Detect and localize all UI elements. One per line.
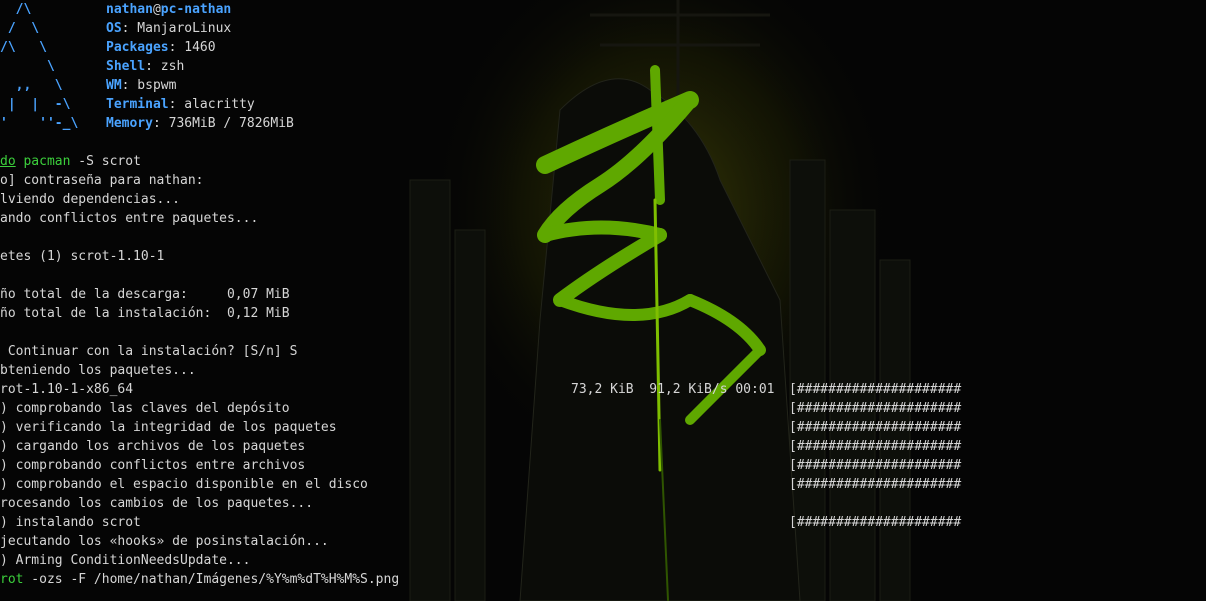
host-name: pc-nathan <box>160 2 232 17</box>
user-name: nathan <box>106 2 153 17</box>
fetch-shell: Shell: zsh <box>106 57 184 76</box>
logo-fragment: ' ''-_\ <box>0 116 79 131</box>
info-value: : bspwm <box>121 78 177 93</box>
output-line: ) cargando los archivos de los paquetes <box>0 439 306 454</box>
fetch-terminal: Terminal: alacritty <box>106 95 255 114</box>
output-line: lviendo dependencias... <box>0 192 181 207</box>
logo-fragment: /\ <box>0 2 32 17</box>
info-key: Packages <box>106 40 169 55</box>
command-line[interactable]: rot -ozs -F /home/nathan/Imágenes/%Y%m%d… <box>0 570 399 589</box>
info-value: : alacritty <box>168 97 255 112</box>
pacman-command: pacman <box>23 154 71 169</box>
progress-bar: [##################### <box>789 477 962 492</box>
output-line: ño total de la instalación: 0,12 MiB <box>0 306 290 321</box>
command-args: -S scrot <box>70 154 141 169</box>
output-line: ) comprobando las claves del depósito <box>0 401 290 416</box>
progress-bar: [##################### <box>789 439 962 454</box>
fetch-packages: Packages: 1460 <box>106 38 216 57</box>
output-line: bteniendo los paquetes... <box>0 363 196 378</box>
fetch-wm: WM: bspwm <box>106 76 176 95</box>
progress-bar: [##################### <box>789 382 962 397</box>
output-line: jecutando los «hooks» de posinstalación.… <box>0 534 329 549</box>
at-sign: @ <box>152 2 161 17</box>
output-line: ño total de la descarga: 0,07 MiB <box>0 287 290 302</box>
logo-fragment: ,, \ <box>0 78 63 93</box>
download-stats: 73,2 KiB 91,2 KiB/s 00:01 <box>571 382 775 397</box>
info-key: WM <box>106 78 122 93</box>
output-line: rot-1.10-1-x86_64 <box>0 382 134 397</box>
logo-fragment: \ <box>0 59 55 74</box>
fetch-memory: Memory: 736MiB / 7826MiB <box>106 114 294 133</box>
fetch-line-user: /\ <box>0 0 32 19</box>
output-line: ) comprobando el espacio disponible en e… <box>0 477 368 492</box>
info-value: : 1460 <box>168 40 216 55</box>
output-line: ) verificando la integridad de los paque… <box>0 420 337 435</box>
output-line: ando conflictos entre paquetes... <box>0 211 259 226</box>
fetch-os: OS: ManjaroLinux <box>106 19 231 38</box>
output-line: ) instalando scrot <box>0 515 141 530</box>
info-value: : 736MiB / 7826MiB <box>152 116 294 131</box>
info-key: OS <box>106 21 122 36</box>
info-key: Shell <box>106 59 146 74</box>
output-line: Continuar con la instalación? [S/n] S <box>0 344 298 359</box>
terminal[interactable]: /\ nathan@pc-nathan / \ OS: ManjaroLinux… <box>0 0 1206 601</box>
info-value: : ManjaroLinux <box>121 21 232 36</box>
command-line: do pacman -S scrot <box>0 152 141 171</box>
info-key: Memory <box>106 116 153 131</box>
info-key: Terminal <box>106 97 169 112</box>
command-args: -ozs -F /home/nathan/Imágenes/%Y%m%dT%H%… <box>23 572 400 587</box>
progress-bar: [##################### <box>789 420 962 435</box>
info-value: : zsh <box>145 59 185 74</box>
fetch-user-host: nathan@pc-nathan <box>106 0 231 19</box>
logo-fragment: | | -\ <box>0 97 71 112</box>
output-line: ) comprobando conflictos entre archivos <box>0 458 306 473</box>
output-line: o] contraseña para nathan: <box>0 173 204 188</box>
output-line: rocesando los cambios de los paquetes... <box>0 496 314 511</box>
sudo-command: do <box>0 154 16 169</box>
output-line: ) Arming ConditionNeedsUpdate... <box>0 553 251 568</box>
output-line: etes (1) scrot-1.10-1 <box>0 249 165 264</box>
logo-fragment: / \ <box>0 21 40 36</box>
progress-bar: [##################### <box>789 458 962 473</box>
progress-bar: [##################### <box>789 401 962 416</box>
progress-bar: [##################### <box>789 515 962 530</box>
logo-fragment: /\ \ <box>0 40 47 55</box>
scrot-command: rot <box>0 572 24 587</box>
